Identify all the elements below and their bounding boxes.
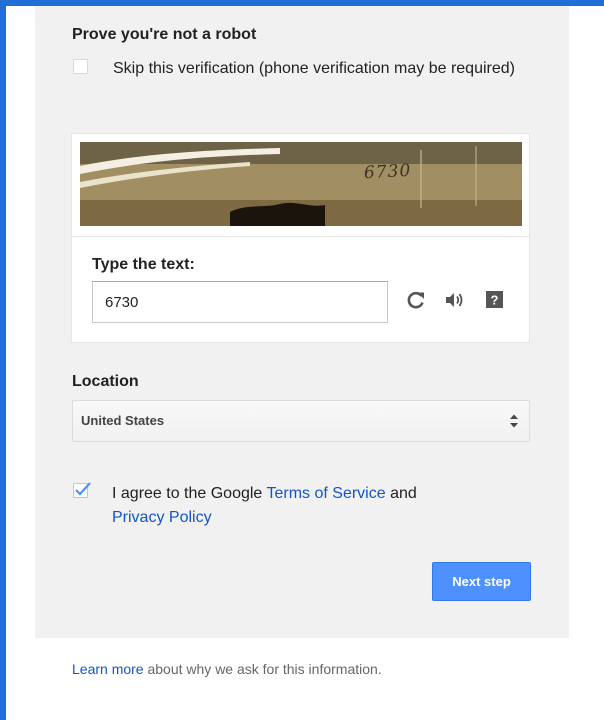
audio-icon[interactable]: [444, 291, 464, 309]
agree-middle: and: [385, 485, 417, 502]
help-icon[interactable]: ?: [486, 291, 503, 308]
privacy-policy-link[interactable]: Privacy Policy: [112, 509, 212, 526]
checkmark-icon: [75, 482, 91, 496]
location-selected-value: United States: [81, 413, 165, 428]
svg-text:?: ?: [491, 293, 499, 308]
captcha-image-text: 6730: [363, 160, 412, 184]
window-frame-left: [0, 0, 6, 720]
refresh-icon[interactable]: [405, 289, 427, 311]
captcha-input[interactable]: [92, 281, 388, 323]
agree-terms-text: I agree to the Google Terms of Service a…: [112, 482, 532, 530]
learn-more-text: Learn more about why we ask for this inf…: [72, 661, 382, 677]
terms-of-service-link[interactable]: Terms of Service: [266, 485, 385, 502]
robot-check-heading: Prove you're not a robot: [72, 26, 257, 43]
skip-verification-label: Skip this verification (phone verificati…: [113, 60, 515, 77]
learn-more-description: about why we ask for this information.: [143, 661, 382, 677]
location-select[interactable]: United States: [72, 400, 530, 442]
next-step-button[interactable]: Next step: [432, 562, 531, 601]
captcha-image: 6730: [80, 142, 522, 226]
skip-verification-checkbox[interactable]: [73, 59, 88, 74]
agree-terms-checkbox[interactable]: [73, 482, 91, 498]
captcha-divider: [72, 236, 529, 237]
location-label: Location: [72, 373, 139, 390]
select-arrows-icon: [510, 414, 518, 428]
agree-prefix: I agree to the Google: [112, 485, 267, 502]
learn-more-link[interactable]: Learn more: [72, 661, 144, 677]
type-text-label: Type the text:: [92, 256, 195, 273]
captcha-photo: [80, 142, 522, 226]
